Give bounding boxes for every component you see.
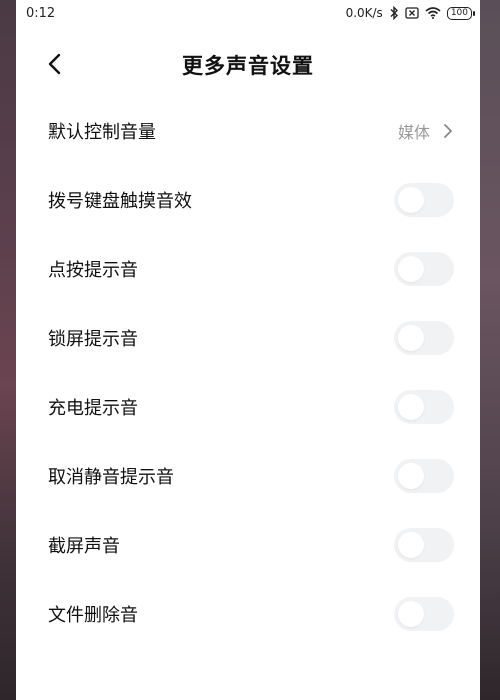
toggle-row-label: 取消静音提示音 bbox=[48, 466, 174, 488]
toggle-row-tap-sound: 点按提示音 bbox=[16, 234, 480, 303]
status-bar: 0:12 0.0K/s 100 bbox=[16, 0, 480, 30]
battery-icon: 100 bbox=[446, 6, 476, 20]
toggle-knob bbox=[398, 531, 424, 558]
toggle-row-label: 点按提示音 bbox=[48, 259, 138, 281]
toggle-row-label: 充电提示音 bbox=[48, 397, 138, 419]
toggle-row-unmute-sound: 取消静音提示音 bbox=[16, 441, 480, 510]
bluetooth-icon bbox=[389, 6, 399, 20]
toggle-row-dialpad-touch-sound: 拨号键盘触摸音效 bbox=[16, 165, 480, 234]
toggle-row-label: 截屏声音 bbox=[48, 535, 120, 557]
default-volume-value: 媒体 bbox=[397, 122, 430, 142]
default-volume-row[interactable]: 默认控制音量 媒体 bbox=[16, 96, 480, 165]
network-speed: 0.0K/s bbox=[345, 6, 383, 20]
dialpad-touch-sound-toggle[interactable] bbox=[394, 182, 454, 217]
toggle-row-lock-screen-sound: 锁屏提示音 bbox=[16, 303, 480, 372]
toggle-row-label: 文件删除音 bbox=[48, 604, 138, 626]
wifi-icon bbox=[425, 7, 441, 19]
page-title: 更多声音设置 bbox=[182, 54, 314, 78]
toggle-knob bbox=[398, 600, 424, 627]
file-delete-sound-toggle[interactable] bbox=[394, 596, 454, 631]
charging-sound-toggle[interactable] bbox=[394, 389, 454, 424]
toggle-knob bbox=[398, 186, 424, 213]
lock-screen-sound-toggle[interactable] bbox=[394, 320, 454, 355]
toggle-row-label: 锁屏提示音 bbox=[48, 328, 138, 350]
settings-screen: 0:12 0.0K/s 100 更多声音设置 默认控制音量 媒体 拨号键盘触摸音… bbox=[16, 0, 480, 700]
toggle-knob bbox=[398, 255, 424, 282]
status-time: 0:12 bbox=[26, 6, 56, 21]
background-left-edge bbox=[0, 0, 16, 700]
toggle-knob bbox=[398, 324, 424, 351]
toggle-row-screenshot-sound: 截屏声音 bbox=[16, 510, 480, 579]
toggle-row-label: 拨号键盘触摸音效 bbox=[48, 190, 192, 212]
tap-sound-toggle[interactable] bbox=[394, 251, 454, 286]
unmute-sound-toggle[interactable] bbox=[394, 458, 454, 493]
toggle-row-file-delete-sound: 文件删除音 bbox=[16, 579, 480, 648]
chevron-right-icon bbox=[444, 123, 452, 138]
screenshot-sound-toggle[interactable] bbox=[394, 527, 454, 562]
settings-list: 默认控制音量 媒体 拨号键盘触摸音效 点按提示音 锁屏提示音 充电提示音 取消静… bbox=[16, 96, 480, 648]
toggle-knob bbox=[398, 462, 424, 489]
status-icons: 0.0K/s 100 bbox=[345, 6, 476, 20]
default-volume-label: 默认控制音量 bbox=[48, 121, 156, 143]
background-right-edge bbox=[480, 0, 500, 700]
toggle-knob bbox=[398, 393, 424, 420]
header: 更多声音设置 bbox=[16, 40, 480, 90]
sim-icon bbox=[405, 7, 419, 19]
toggle-row-charging-sound: 充电提示音 bbox=[16, 372, 480, 441]
